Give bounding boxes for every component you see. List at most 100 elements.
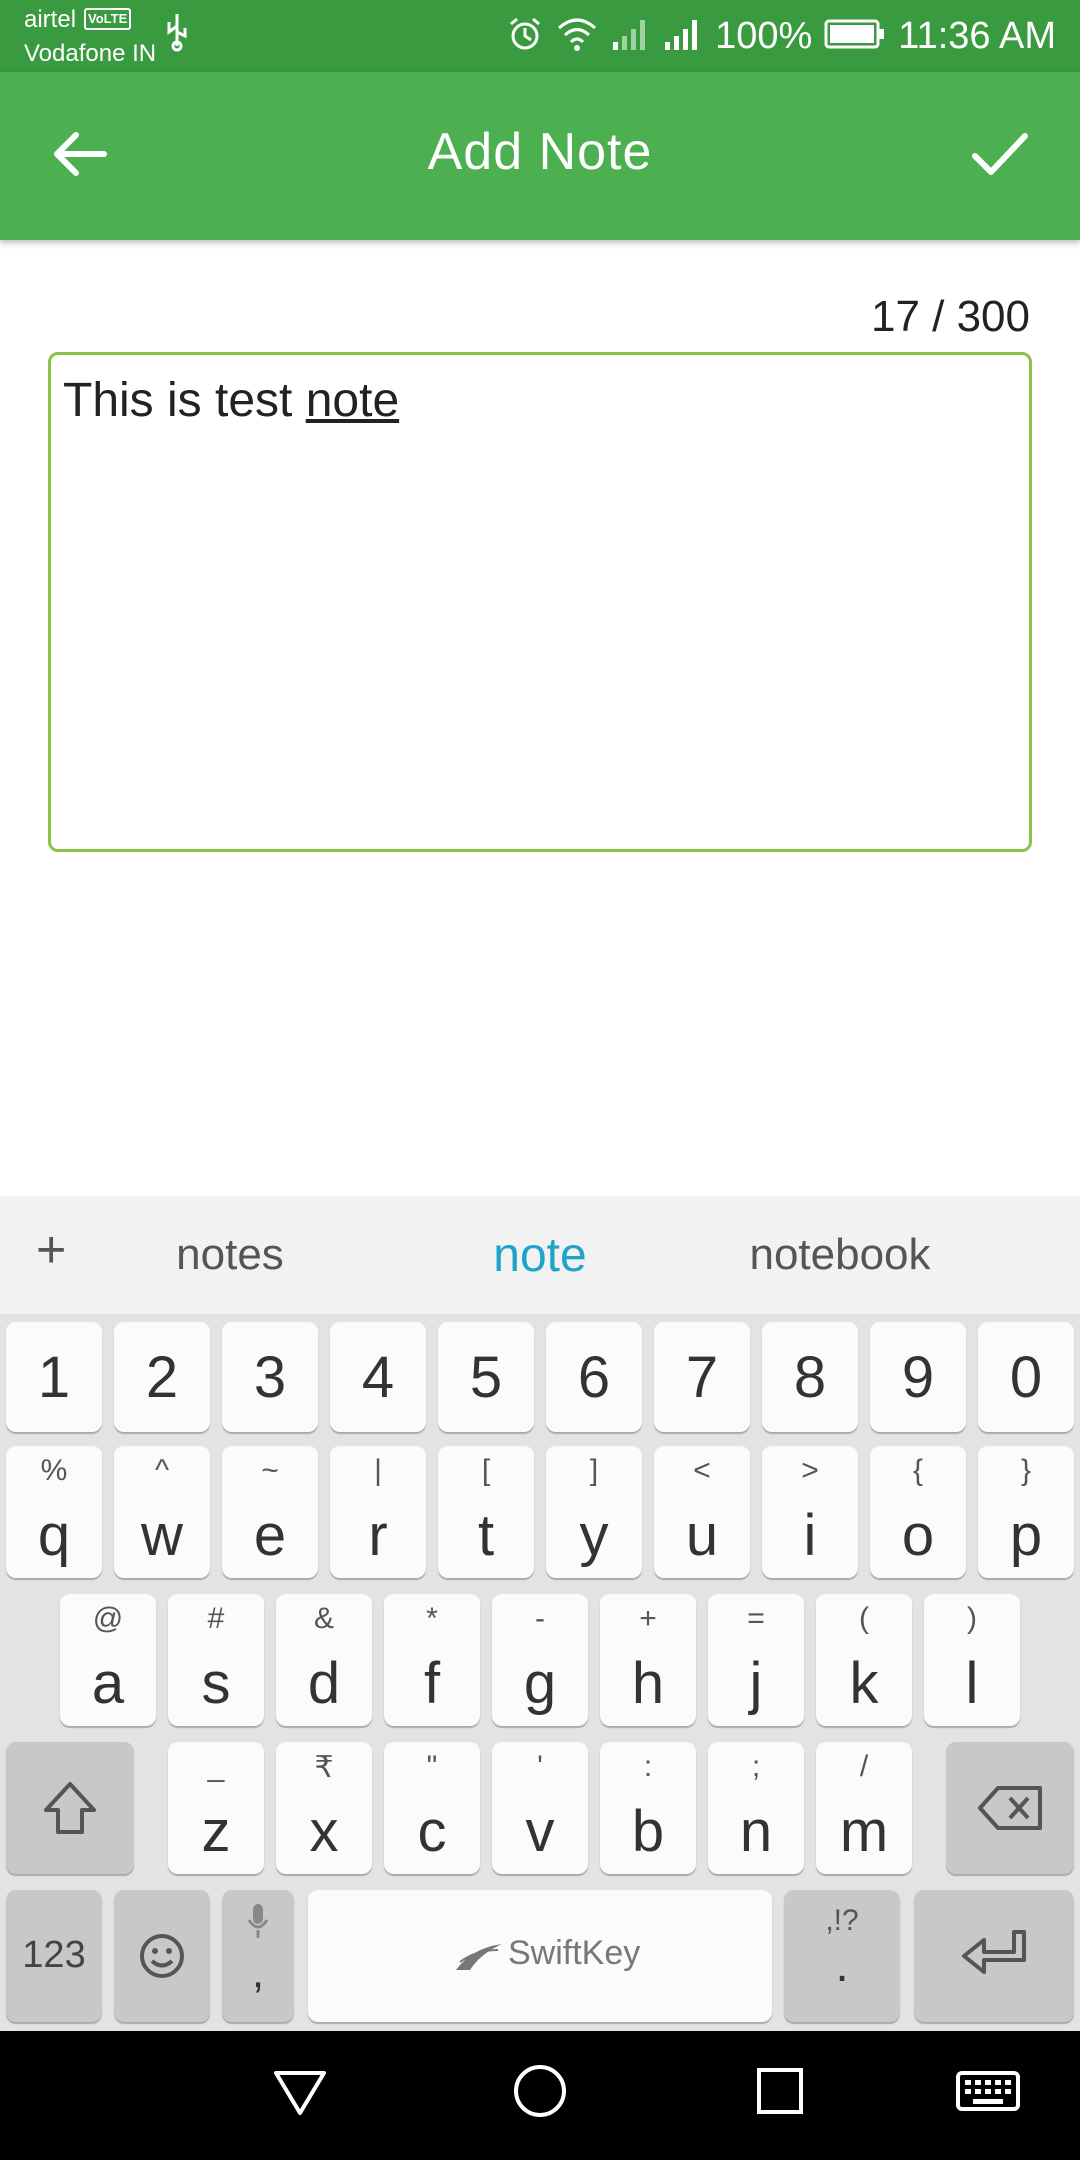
microphone-icon bbox=[246, 1902, 270, 1947]
shift-key[interactable] bbox=[6, 1742, 134, 1874]
key-m[interactable]: / m bbox=[816, 1742, 912, 1874]
key-label: , bbox=[251, 1948, 265, 1997]
key-y[interactable]: ] y bbox=[546, 1446, 642, 1578]
key-b[interactable]: :b bbox=[600, 1742, 696, 1874]
emoji-icon bbox=[138, 1932, 186, 1985]
key-label: l bbox=[965, 1651, 979, 1716]
symbols-key[interactable]: 123 bbox=[6, 1890, 102, 2022]
key-alt-label: & bbox=[313, 1602, 334, 1635]
key-o[interactable]: {o bbox=[870, 1446, 966, 1578]
key-alt-label: = bbox=[747, 1602, 765, 1635]
key-alt-label: } bbox=[1020, 1454, 1032, 1487]
note-input[interactable]: This is test note bbox=[48, 352, 1032, 852]
key-j[interactable]: = j bbox=[708, 1594, 804, 1726]
key-n[interactable]: ; n bbox=[708, 1742, 804, 1874]
key-9[interactable]: 9 bbox=[870, 1322, 966, 1432]
key-5[interactable]: 5 bbox=[438, 1322, 534, 1432]
key-alt-label: % bbox=[40, 1454, 68, 1487]
key-g[interactable]: -g bbox=[492, 1594, 588, 1726]
key-label: 6 bbox=[577, 1345, 611, 1410]
key-h[interactable]: + h bbox=[600, 1594, 696, 1726]
key-7[interactable]: 7 bbox=[654, 1322, 750, 1432]
key-alt-label: ; bbox=[751, 1750, 761, 1783]
key-alt-label: | bbox=[374, 1454, 382, 1487]
key-1[interactable]: 1 bbox=[6, 1322, 102, 1432]
home-circle-icon[interactable] bbox=[510, 2061, 570, 2126]
suggestion-left[interactable]: notes bbox=[110, 1230, 350, 1280]
key-0[interactable]: 0 bbox=[978, 1322, 1074, 1432]
key-z[interactable]: _ z bbox=[168, 1742, 264, 1874]
key-v[interactable]: ' v bbox=[492, 1742, 588, 1874]
key-label: e bbox=[253, 1503, 287, 1568]
key-label: y bbox=[579, 1503, 609, 1568]
swiftkey-logo-icon bbox=[452, 1940, 506, 1981]
key-label: p bbox=[1009, 1503, 1043, 1568]
key-s[interactable]: # s bbox=[168, 1594, 264, 1726]
status-bar: airtel VoLTE Vodafone IN 100% 11:36 AM bbox=[0, 0, 1080, 72]
key-t[interactable]: [t bbox=[438, 1446, 534, 1578]
key-x[interactable]: ₹ x bbox=[276, 1742, 372, 1874]
key-3[interactable]: 3 bbox=[222, 1322, 318, 1432]
battery-percent: 100% bbox=[715, 14, 813, 57]
key-alt-label: # bbox=[207, 1602, 225, 1635]
recents-square-icon[interactable] bbox=[750, 2061, 810, 2126]
key-c[interactable]: " c bbox=[384, 1742, 480, 1874]
enter-key[interactable] bbox=[914, 1890, 1074, 2022]
signal-full-icon bbox=[663, 16, 703, 57]
comma-key[interactable]: , bbox=[222, 1890, 294, 2022]
key-label: i bbox=[803, 1503, 817, 1568]
key-q[interactable]: % q bbox=[6, 1446, 102, 1578]
emoji-key[interactable] bbox=[114, 1890, 210, 2022]
backspace-icon bbox=[976, 1782, 1046, 1839]
page-title: Add Note bbox=[427, 123, 653, 181]
key-label: w bbox=[141, 1503, 183, 1568]
navigation-bar bbox=[0, 2031, 1080, 2160]
status-icons: 100% 11:36 AM bbox=[507, 0, 1056, 72]
key-a[interactable]: @ a bbox=[60, 1594, 156, 1726]
key-p[interactable]: } p bbox=[978, 1446, 1074, 1578]
back-triangle-icon[interactable] bbox=[270, 2061, 330, 2126]
key-2[interactable]: 2 bbox=[114, 1322, 210, 1432]
key-label: o bbox=[901, 1503, 935, 1568]
check-icon bbox=[970, 130, 1030, 183]
key-4[interactable]: 4 bbox=[330, 1322, 426, 1432]
key-r[interactable]: | r bbox=[330, 1446, 426, 1578]
key-alt-label: + bbox=[639, 1602, 657, 1635]
key-label: 7 bbox=[685, 1345, 719, 1410]
key-u[interactable]: < u bbox=[654, 1446, 750, 1578]
key-k[interactable]: (k bbox=[816, 1594, 912, 1726]
key-alt-label: ' bbox=[537, 1750, 543, 1783]
key-alt-label: ( bbox=[859, 1602, 869, 1635]
key-i[interactable]: > i bbox=[762, 1446, 858, 1578]
note-text-plain: This is test bbox=[63, 374, 306, 427]
key-alt-label: ,!? bbox=[825, 1904, 859, 1937]
enter-icon bbox=[958, 1926, 1032, 1991]
key-f[interactable]: * f bbox=[384, 1594, 480, 1726]
key-w[interactable]: ^ w bbox=[114, 1446, 210, 1578]
backspace-key[interactable] bbox=[946, 1742, 1074, 1874]
key-label: 1 bbox=[37, 1345, 71, 1410]
key-e[interactable]: ~ e bbox=[222, 1446, 318, 1578]
key-label: c bbox=[417, 1799, 447, 1864]
save-button[interactable] bbox=[960, 116, 1040, 196]
key-6[interactable]: 6 bbox=[546, 1322, 642, 1432]
key-l[interactable]: ) l bbox=[924, 1594, 1020, 1726]
note-text-composing: note bbox=[305, 374, 400, 427]
suggestion-right[interactable]: notebook bbox=[720, 1230, 960, 1280]
key-label: r bbox=[368, 1503, 388, 1568]
plus-icon[interactable]: + bbox=[36, 1220, 66, 1280]
keyboard-hide-icon[interactable] bbox=[955, 2061, 1021, 2126]
keyboard: + notes note notebook 1 2 3 4 5 6 7 8 9 0% q ^ w ~ e | r… bbox=[0, 1196, 1080, 2031]
space-key[interactable]: SwiftKey bbox=[308, 1890, 772, 2022]
key-8[interactable]: 8 bbox=[762, 1322, 858, 1432]
key-label: . bbox=[835, 1939, 849, 1992]
key-label: d bbox=[307, 1651, 341, 1716]
key-label: x bbox=[309, 1799, 339, 1864]
key-d[interactable]: & d bbox=[276, 1594, 372, 1726]
key-alt-label: ) bbox=[967, 1602, 977, 1635]
screen: airtel VoLTE Vodafone IN 100% 11:36 AM A… bbox=[0, 0, 1080, 2160]
alarm-icon bbox=[507, 16, 543, 57]
suggestion-center[interactable]: note bbox=[420, 1228, 660, 1283]
key-label: 123 bbox=[22, 1934, 86, 1976]
period-key[interactable]: ,!?. bbox=[784, 1890, 900, 2022]
